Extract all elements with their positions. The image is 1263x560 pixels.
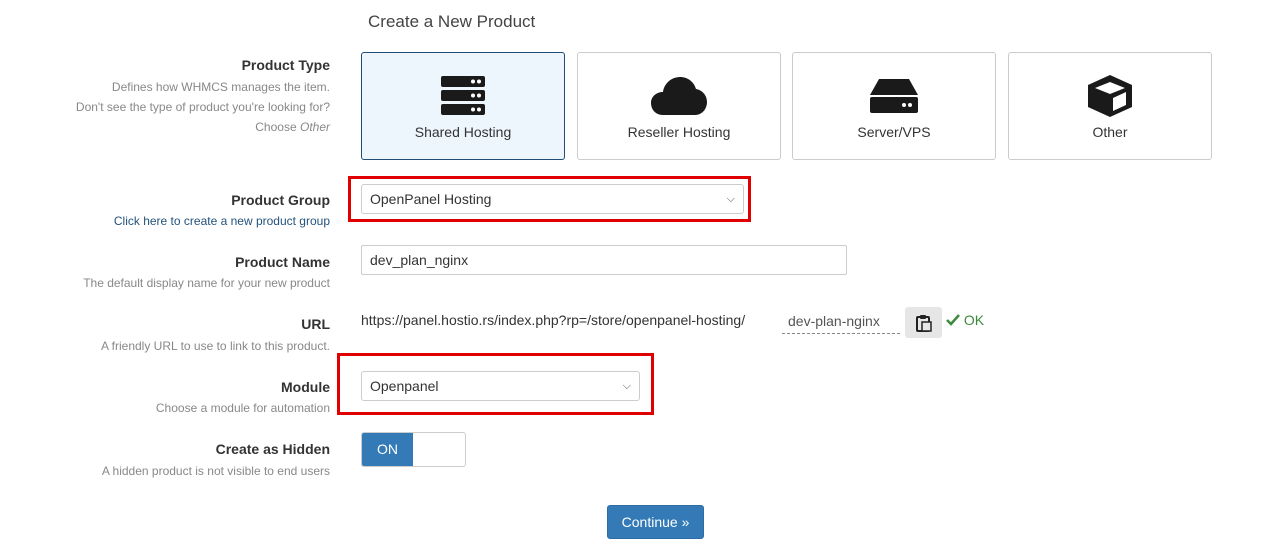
other-hint: Other [299, 120, 330, 134]
product-type-reseller-hosting[interactable]: Reseller Hosting [577, 52, 781, 160]
product-type-desc-2: Don't see the type of product you're loo… [75, 100, 330, 114]
url-label: URL [301, 316, 330, 332]
page-title: Create a New Product [368, 12, 536, 31]
toggle-on-label: ON [362, 433, 413, 466]
product-type-other[interactable]: Other [1008, 52, 1212, 160]
cube-icon [1009, 75, 1211, 117]
clipboard-icon [915, 314, 932, 332]
url-status-text: OK [963, 312, 985, 328]
product-type-server-vps[interactable]: Server/VPS [792, 52, 996, 160]
product-name-desc: The default display name for your new pr… [83, 276, 330, 290]
product-type-label-reseller: Reseller Hosting [627, 124, 731, 140]
product-type-label: Product Type [241, 57, 330, 73]
product-group-value: OpenPanel Hosting [370, 191, 492, 207]
chevron-down-icon: ⌵ [622, 380, 631, 392]
copy-url-button[interactable] [905, 307, 942, 338]
product-name-input[interactable]: dev_plan_nginx [361, 245, 847, 275]
server-stack-icon [362, 75, 564, 117]
product-type-label-shared: Shared Hosting [414, 124, 512, 140]
module-desc: Choose a module for automation [155, 401, 330, 415]
module-value: Openpanel [370, 378, 439, 394]
create-product-group-link[interactable]: Click here to create a new product group [0, 214, 330, 228]
url-status: OK [946, 312, 984, 328]
product-group-label: Product Group [231, 192, 330, 208]
product-type-desc-3: Choose Other [255, 120, 330, 134]
product-type-label-server: Server/VPS [857, 124, 931, 140]
product-type-label-other: Other [1092, 124, 1128, 140]
product-type-desc-1: Defines how WHMCS manages the item. [111, 80, 330, 94]
continue-button[interactable]: Continue » [607, 505, 704, 539]
product-name-label: Product Name [235, 254, 330, 270]
url-base: https://panel.hostio.rs/index.php?rp=/st… [361, 312, 746, 328]
hidden-desc: A hidden product is not visible to end u… [101, 464, 330, 478]
url-slug-input[interactable]: dev-plan-nginx [782, 310, 900, 334]
hidden-label: Create as Hidden [215, 441, 330, 457]
chevron-down-icon: ⌵ [726, 193, 735, 205]
hidden-toggle[interactable]: ON [361, 432, 466, 467]
module-select[interactable]: Openpanel ⌵ [361, 371, 640, 401]
check-icon [946, 314, 960, 326]
product-type-shared-hosting[interactable]: Shared Hosting [361, 52, 565, 160]
server-icon [793, 75, 995, 117]
cloud-icon [578, 75, 780, 117]
module-label: Module [281, 379, 330, 395]
product-group-select[interactable]: OpenPanel Hosting ⌵ [361, 184, 744, 214]
url-desc: A friendly URL to use to link to this pr… [100, 339, 330, 353]
